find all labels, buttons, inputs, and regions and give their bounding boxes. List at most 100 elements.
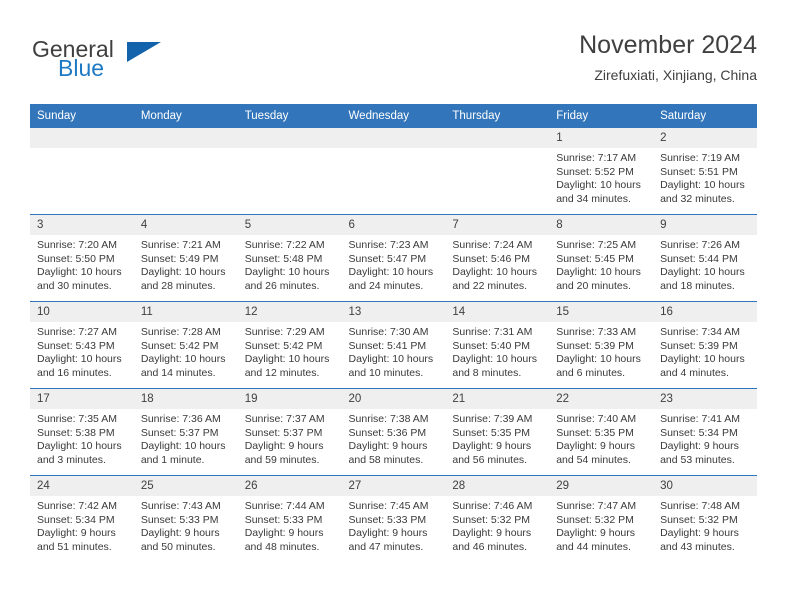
day-number: 18: [133, 389, 238, 409]
calendar-day-cell[interactable]: 4 Sunrise: 7:21 AM Sunset: 5:49 PM Daylight…: [133, 214, 238, 302]
day-sun-info: Sunrise: 7:44 AM Sunset: 5:33 PM Daylight:…: [238, 496, 342, 554]
calendar-day-cell[interactable]: 15 Sunrise: 7:33 AM Sunset: 5:39 PM Dayligh…: [549, 301, 654, 389]
sunset-text: Sunset: 5:33 PM: [348, 513, 427, 526]
sunrise-text: Sunrise: 7:34 AM: [660, 326, 741, 338]
daylight-text: Daylight: 10 hours and 4 minutes.: [660, 353, 745, 379]
calendar-day-cell[interactable]: 28 Sunrise: 7:46 AM Sunset: 5:32 PM Dayligh…: [445, 475, 550, 562]
day-number: 21: [445, 389, 550, 409]
day-number: 6: [341, 215, 446, 235]
day-sun-info: Sunrise: 7:48 AM Sunset: 5:32 PM Daylight:…: [653, 496, 757, 554]
daylight-text: Daylight: 10 hours and 20 minutes.: [556, 266, 641, 292]
sunrise-text: Sunrise: 7:44 AM: [244, 500, 325, 512]
daylight-text: Daylight: 10 hours and 34 minutes.: [556, 179, 641, 205]
daylight-text: Daylight: 9 hours and 58 minutes.: [348, 440, 428, 466]
day-number: 5: [237, 215, 342, 235]
day-number: 24: [30, 476, 134, 496]
calendar-day-cell[interactable]: 1 Sunrise: 7:17 AM Sunset: 5:52 PM Daylight…: [549, 127, 654, 215]
sunset-text: Sunset: 5:39 PM: [660, 339, 738, 352]
sunrise-text: Sunrise: 7:35 AM: [37, 413, 117, 425]
calendar-day-cell[interactable]: 10 Sunrise: 7:27 AM Sunset: 5:43 PM Dayligh…: [30, 301, 134, 389]
sunrise-text: Sunrise: 7:26 AM: [660, 239, 741, 251]
day-sun-info: Sunrise: 7:35 AM Sunset: 5:38 PM Daylight:…: [30, 409, 134, 467]
sunrise-text: Sunrise: 7:33 AM: [556, 326, 637, 338]
daylight-text: Daylight: 10 hours and 10 minutes.: [348, 353, 434, 379]
calendar-day-cell[interactable]: 8 Sunrise: 7:25 AM Sunset: 5:45 PM Daylight…: [549, 214, 654, 302]
day-number: 8: [549, 215, 654, 235]
sunrise-text: Sunrise: 7:43 AM: [140, 500, 221, 512]
calendar-day-cell[interactable]: 20 Sunrise: 7:38 AM Sunset: 5:36 PM Dayligh…: [341, 388, 446, 476]
calendar-day-cell[interactable]: 9 Sunrise: 7:26 AM Sunset: 5:44 PM Daylight…: [653, 214, 757, 302]
daylight-text: Daylight: 9 hours and 47 minutes.: [348, 527, 428, 553]
daylight-text: Daylight: 9 hours and 44 minutes.: [556, 527, 636, 553]
calendar-day-cell[interactable]: 5 Sunrise: 7:22 AM Sunset: 5:48 PM Daylight…: [237, 214, 342, 302]
sunset-text: Sunset: 5:43 PM: [37, 339, 115, 352]
sunset-text: Sunset: 5:49 PM: [140, 252, 219, 265]
daylight-text: Daylight: 10 hours and 12 minutes.: [244, 353, 330, 379]
sunrise-text: Sunrise: 7:47 AM: [556, 500, 637, 512]
calendar-day-cell[interactable]: 22 Sunrise: 7:40 AM Sunset: 5:35 PM Dayligh…: [549, 388, 654, 476]
day-number: 1: [549, 128, 654, 148]
calendar-day-cell[interactable]: 23 Sunrise: 7:41 AM Sunset: 5:34 PM Dayligh…: [653, 388, 757, 476]
daylight-text: Daylight: 9 hours and 53 minutes.: [660, 440, 739, 466]
sunset-text: Sunset: 5:32 PM: [660, 513, 738, 526]
daylight-text: Daylight: 10 hours and 3 minutes.: [37, 440, 122, 466]
day-number: 22: [549, 389, 654, 409]
calendar-day-cell[interactable]: 11 Sunrise: 7:28 AM Sunset: 5:42 PM Dayligh…: [133, 301, 238, 389]
day-number: 7: [445, 215, 550, 235]
daylight-text: Daylight: 10 hours and 8 minutes.: [452, 353, 538, 379]
sunset-text: Sunset: 5:52 PM: [556, 165, 634, 178]
logo-text-blue: Blue: [58, 55, 105, 81]
daylight-text: Daylight: 10 hours and 26 minutes.: [244, 266, 330, 292]
calendar-day-cell[interactable]: 2 Sunrise: 7:19 AM Sunset: 5:51 PM Daylight…: [653, 127, 757, 215]
calendar-day-cell[interactable]: 12 Sunrise: 7:29 AM Sunset: 5:42 PM Dayligh…: [237, 301, 342, 389]
day-sun-info: Sunrise: 7:45 AM Sunset: 5:33 PM Daylight:…: [342, 496, 446, 554]
calendar-cell-empty: [30, 127, 134, 215]
calendar-day-cell[interactable]: 24 Sunrise: 7:42 AM Sunset: 5:34 PM Dayligh…: [30, 475, 134, 562]
calendar-day-cell[interactable]: 18 Sunrise: 7:36 AM Sunset: 5:37 PM Dayligh…: [133, 388, 238, 476]
sunrise-text: Sunrise: 7:24 AM: [452, 239, 533, 251]
day-number: [341, 127, 446, 148]
calendar-table: Sunday Monday Tuesday Wednesday Thursday…: [30, 104, 757, 562]
logo-triangle-icon: [127, 42, 161, 62]
calendar-day-cell[interactable]: 14 Sunrise: 7:31 AM Sunset: 5:40 PM Dayligh…: [445, 301, 550, 389]
calendar-week-row: 10 Sunrise: 7:27 AM Sunset: 5:43 PM Dayligh…: [30, 301, 757, 389]
sunset-text: Sunset: 5:33 PM: [244, 513, 323, 526]
calendar-day-cell[interactable]: 29 Sunrise: 7:47 AM Sunset: 5:32 PM Dayligh…: [549, 475, 654, 562]
day-sun-info: Sunrise: 7:26 AM Sunset: 5:44 PM Daylight:…: [653, 235, 757, 293]
calendar-day-cell[interactable]: 3 Sunrise: 7:20 AM Sunset: 5:50 PM Daylight…: [30, 214, 134, 302]
day-sun-info: Sunrise: 7:34 AM Sunset: 5:39 PM Daylight:…: [653, 322, 757, 380]
sunrise-text: Sunrise: 7:25 AM: [556, 239, 637, 251]
day-number: 16: [653, 302, 757, 322]
sunset-text: Sunset: 5:46 PM: [452, 252, 531, 265]
daylight-text: Daylight: 9 hours and 59 minutes.: [244, 440, 324, 466]
calendar-day-cell[interactable]: 21 Sunrise: 7:39 AM Sunset: 5:35 PM Dayligh…: [445, 388, 550, 476]
day-sun-info: Sunrise: 7:46 AM Sunset: 5:32 PM Daylight:…: [445, 496, 549, 554]
calendar-day-cell[interactable]: 19 Sunrise: 7:37 AM Sunset: 5:37 PM Dayligh…: [237, 388, 342, 476]
calendar-day-cell[interactable]: 7 Sunrise: 7:24 AM Sunset: 5:46 PM Daylight…: [445, 214, 550, 302]
calendar-day-cell[interactable]: 27 Sunrise: 7:45 AM Sunset: 5:33 PM Dayligh…: [341, 475, 446, 562]
sunrise-text: Sunrise: 7:22 AM: [244, 239, 325, 251]
day-sun-info: Sunrise: 7:31 AM Sunset: 5:40 PM Daylight:…: [445, 322, 549, 380]
calendar-day-cell[interactable]: 6 Sunrise: 7:23 AM Sunset: 5:47 PM Daylight…: [341, 214, 446, 302]
daylight-text: Daylight: 9 hours and 48 minutes.: [244, 527, 324, 553]
calendar-week-row: 24 Sunrise: 7:42 AM Sunset: 5:34 PM Dayligh…: [30, 475, 757, 562]
calendar-day-cell[interactable]: 16 Sunrise: 7:34 AM Sunset: 5:39 PM Dayligh…: [653, 301, 757, 389]
day-number: 25: [133, 476, 238, 496]
calendar-day-cell[interactable]: 25 Sunrise: 7:43 AM Sunset: 5:33 PM Dayligh…: [133, 475, 238, 562]
day-number: 30: [653, 476, 757, 496]
generalblue-logo[interactable]: General Blue: [32, 36, 212, 84]
daylight-text: Daylight: 9 hours and 54 minutes.: [556, 440, 636, 466]
calendar-grid: Sunday Monday Tuesday Wednesday Thursday…: [30, 104, 757, 562]
sunrise-text: Sunrise: 7:19 AM: [660, 152, 741, 164]
calendar-day-cell[interactable]: 13 Sunrise: 7:30 AM Sunset: 5:41 PM Dayligh…: [341, 301, 446, 389]
sunrise-text: Sunrise: 7:41 AM: [660, 413, 741, 425]
sunset-text: Sunset: 5:35 PM: [452, 426, 531, 439]
daylight-text: Daylight: 10 hours and 24 minutes.: [348, 266, 434, 292]
calendar-day-cell[interactable]: 26 Sunrise: 7:44 AM Sunset: 5:33 PM Dayligh…: [237, 475, 342, 562]
calendar-day-cell[interactable]: 30 Sunrise: 7:48 AM Sunset: 5:32 PM Dayligh…: [653, 475, 757, 562]
sunset-text: Sunset: 5:44 PM: [660, 252, 738, 265]
day-sun-info: Sunrise: 7:47 AM Sunset: 5:32 PM Daylight:…: [549, 496, 653, 554]
weekday-header-row: Sunday Monday Tuesday Wednesday Thursday…: [30, 104, 757, 128]
day-number: [445, 127, 550, 148]
calendar-day-cell[interactable]: 17 Sunrise: 7:35 AM Sunset: 5:38 PM Dayligh…: [30, 388, 134, 476]
